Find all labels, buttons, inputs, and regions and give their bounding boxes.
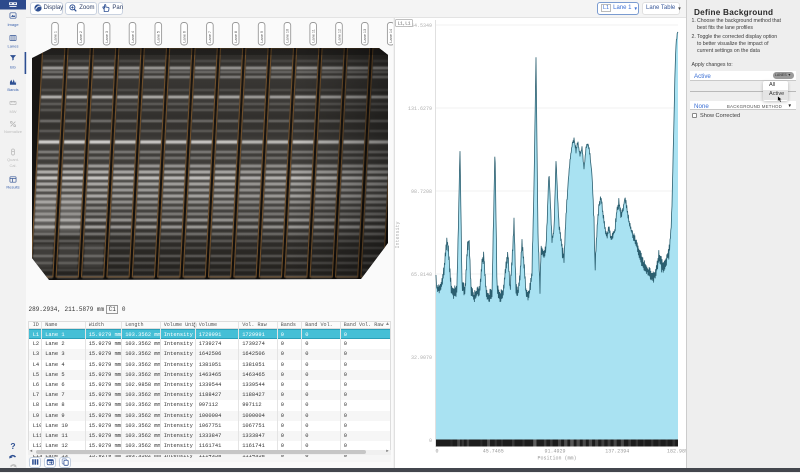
svg-text:182.9858: 182.9858 (667, 449, 687, 455)
svg-text:?: ? (10, 441, 15, 451)
svg-text:45.7465: 45.7465 (483, 449, 504, 455)
svg-text:Lane 6: Lane 6 (182, 31, 186, 43)
svg-text:Position (mm): Position (mm) (537, 456, 576, 462)
svg-text:Lane 13: Lane 13 (363, 29, 367, 43)
svg-text:Lane 9: Lane 9 (260, 31, 264, 43)
svg-text:Image: Image (7, 22, 19, 27)
svg-text:91.4929: 91.4929 (544, 449, 565, 455)
svg-text:BG: BG (10, 65, 16, 70)
svg-text:Lane 1: Lane 1 (53, 31, 57, 43)
svg-text:Lane 5: Lane 5 (157, 31, 161, 43)
svg-text:Lanes: Lanes (8, 44, 19, 49)
svg-text:Lane 8: Lane 8 (234, 31, 238, 43)
svg-text:Lane 10: Lane 10 (286, 29, 290, 43)
svg-text:Intensity: Intensity (395, 221, 401, 248)
svg-text:Lane 11: Lane 11 (312, 29, 316, 42)
svg-text:Lane 14: Lane 14 (389, 29, 393, 43)
svg-text:131.6279: 131.6279 (408, 106, 432, 112)
svg-text:MW: MW (9, 109, 16, 114)
svg-text:Quant.: Quant. (7, 157, 19, 162)
svg-text:32.9070: 32.9070 (411, 355, 432, 361)
svg-text:Results: Results (6, 185, 19, 190)
svg-text:98.7208: 98.7208 (411, 189, 432, 195)
svg-text:0: 0 (435, 449, 438, 455)
svg-text:Lane 12: Lane 12 (337, 29, 341, 43)
svg-text:Cal.: Cal. (9, 163, 16, 168)
svg-text:137.2394: 137.2394 (605, 449, 629, 455)
svg-text:Bands: Bands (7, 87, 18, 92)
svg-text:Lane 7: Lane 7 (208, 31, 212, 43)
svg-text:Lane 2: Lane 2 (79, 31, 83, 43)
svg-text:Lane 3: Lane 3 (105, 31, 109, 43)
svg-text:0: 0 (429, 438, 432, 444)
svg-text:65.8140: 65.8140 (411, 272, 432, 278)
svg-text:L1,L1: L1,L1 (398, 22, 411, 27)
svg-text:Lane 4: Lane 4 (131, 31, 135, 43)
svg-text:Normalize: Normalize (4, 129, 23, 134)
